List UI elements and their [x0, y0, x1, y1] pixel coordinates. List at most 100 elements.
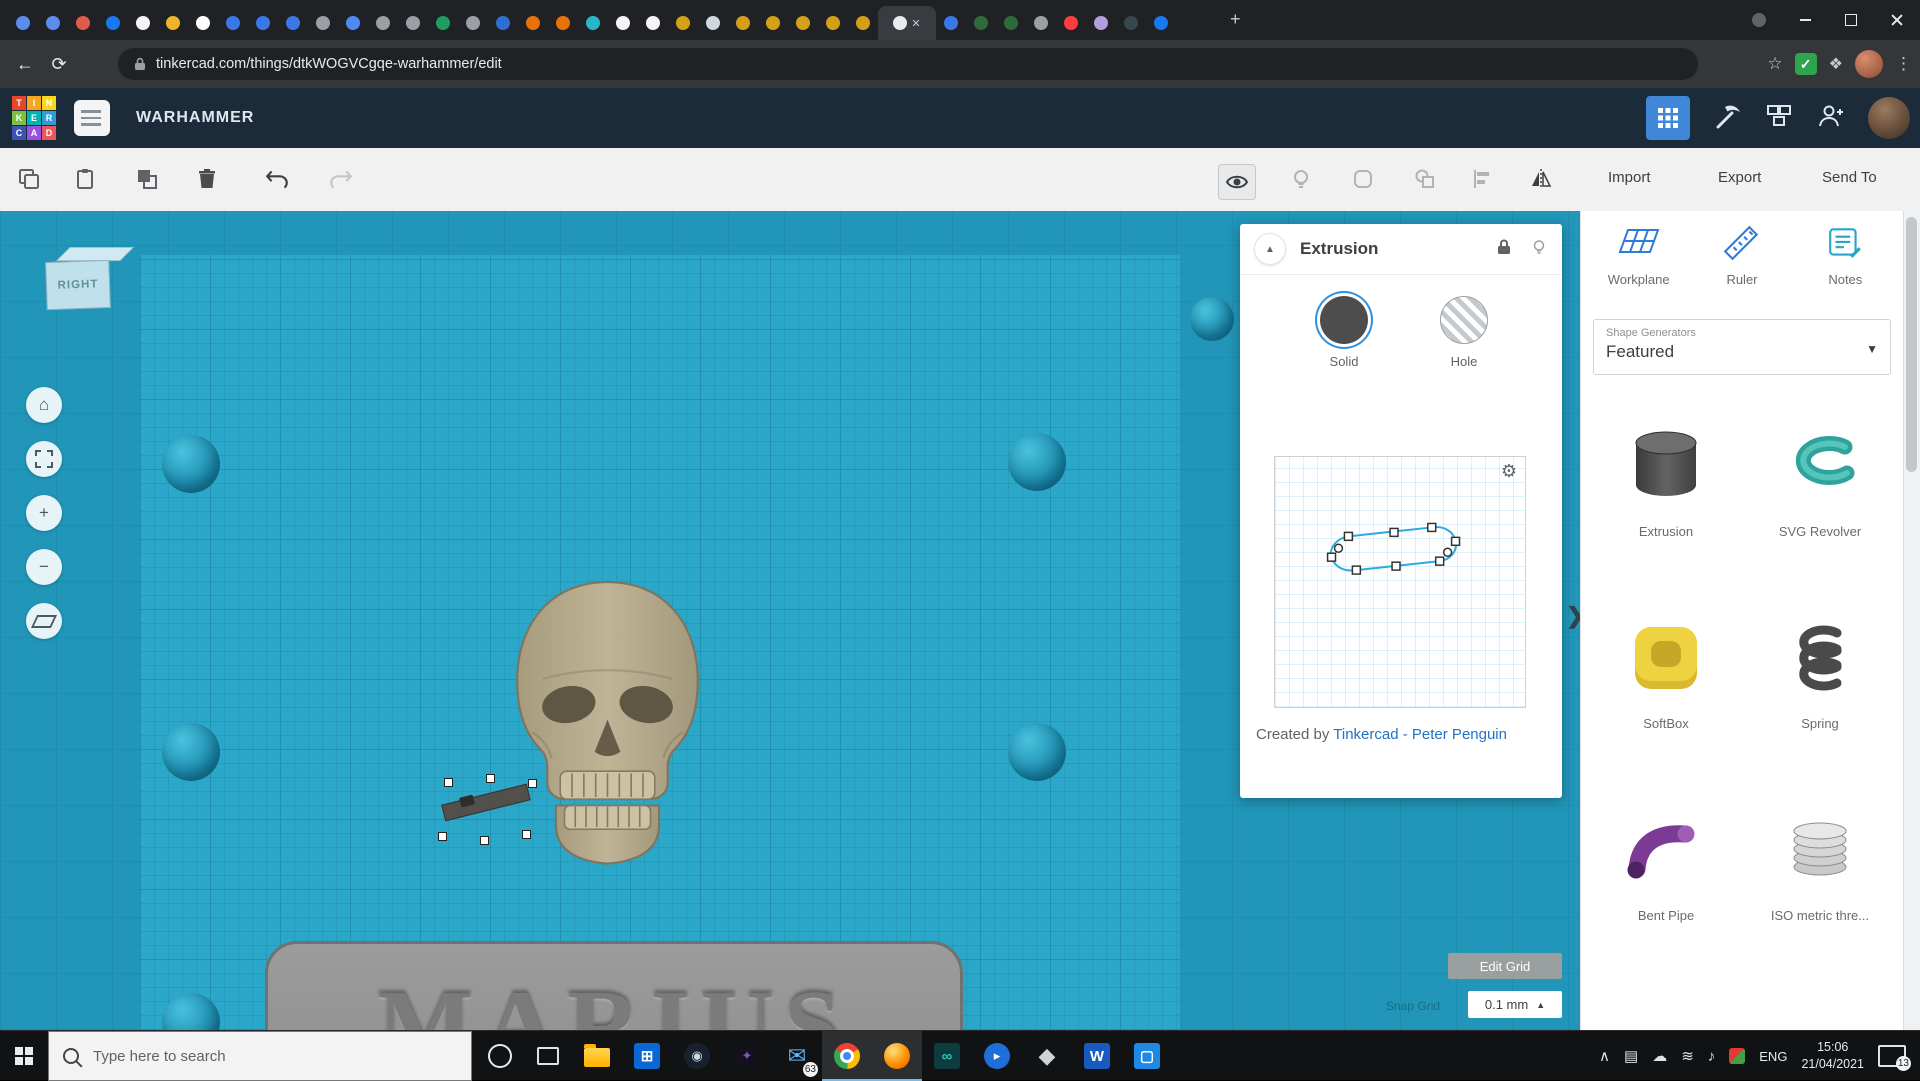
url-text[interactable]: tinkercad.com/things/dtkWOGVCgqe-warhamm… — [156, 56, 502, 72]
tray-expand-icon[interactable]: ∧ — [1599, 1047, 1610, 1065]
action-center-button[interactable]: 13 — [1878, 1045, 1906, 1067]
mirror-button[interactable] — [1526, 164, 1556, 194]
browser-tab[interactable] — [788, 6, 818, 40]
extrusion-profile-editor[interactable]: ⚙ — [1274, 456, 1526, 708]
ruler-tool[interactable]: Ruler — [1692, 225, 1792, 287]
browser-tab[interactable] — [278, 6, 308, 40]
design-title[interactable]: WARHAMMER — [136, 109, 254, 127]
obs-icon[interactable]: ◆ — [1022, 1031, 1072, 1081]
material-light-button[interactable] — [1286, 164, 1316, 194]
maximize-button[interactable] — [1828, 0, 1874, 40]
browser-tab[interactable] — [608, 6, 638, 40]
tray-network-icon[interactable]: ≋ — [1681, 1047, 1694, 1065]
browser-tab[interactable] — [1086, 6, 1116, 40]
task-view-button[interactable] — [524, 1031, 572, 1081]
group-button[interactable] — [1348, 164, 1378, 194]
browser-tab[interactable] — [428, 6, 458, 40]
dashboard-grid-button[interactable] — [1646, 96, 1690, 140]
solid-swatch-icon[interactable] — [1320, 296, 1368, 344]
browser-tab[interactable] — [488, 6, 518, 40]
shape-extrusion[interactable]: Extrusion — [1589, 407, 1743, 599]
hole-swatch-icon[interactable] — [1440, 296, 1488, 344]
browser-profile-avatar[interactable] — [1855, 50, 1883, 78]
bricks-icon[interactable] — [1764, 101, 1794, 136]
extrusion-bar[interactable] — [441, 784, 530, 822]
browser-tab[interactable] — [8, 6, 38, 40]
show-all-button[interactable] — [1218, 164, 1256, 200]
lock-icon[interactable] — [134, 57, 146, 71]
workplane-tool[interactable]: Workplane — [1589, 225, 1689, 287]
browser-menu-icon[interactable]: ⋮ — [1895, 54, 1912, 74]
browser-tab[interactable] — [936, 6, 966, 40]
sidebar-scrollbar[interactable] — [1903, 211, 1920, 1030]
edit-grid-button[interactable]: Edit Grid — [1448, 953, 1562, 979]
browser-tab[interactable] — [308, 6, 338, 40]
send-to-button[interactable]: Send To — [1822, 169, 1877, 186]
undo-button[interactable] — [262, 164, 292, 194]
new-tab-button[interactable]: + — [1230, 10, 1241, 28]
shape-svg-revolver[interactable]: SVG Revolver — [1743, 407, 1897, 599]
view-cube-top-face[interactable] — [56, 247, 134, 261]
tray-onedrive-icon[interactable]: ☁ — [1652, 1047, 1667, 1065]
language-indicator[interactable]: ENG — [1759, 1049, 1787, 1064]
pinned-extension-icon[interactable] — [1736, 0, 1782, 40]
sphere-object[interactable] — [1008, 723, 1066, 781]
align-button[interactable] — [1468, 164, 1498, 194]
browser-tab[interactable] — [368, 6, 398, 40]
scale-handle[interactable] — [486, 774, 495, 783]
ungroup-button[interactable] — [1410, 164, 1440, 194]
search-input[interactable] — [91, 1047, 425, 1066]
shape-iso-metric-thread[interactable]: ISO metric thre... — [1743, 791, 1897, 983]
sphere-object[interactable] — [1190, 297, 1234, 341]
extensions-puzzle-icon[interactable]: ❖ — [1829, 54, 1843, 74]
browser-tab[interactable] — [1026, 6, 1056, 40]
fit-view-button[interactable] — [26, 441, 62, 477]
paste-button[interactable] — [70, 164, 100, 194]
hole-option[interactable]: Hole — [1432, 296, 1496, 369]
word-icon[interactable]: W — [1072, 1031, 1122, 1081]
shape-bent-pipe[interactable]: Bent Pipe — [1589, 791, 1743, 983]
browser-tab[interactable] — [68, 6, 98, 40]
scrollbar-thumb[interactable] — [1906, 217, 1917, 472]
browser-tab[interactable] — [728, 6, 758, 40]
firefox-icon[interactable] — [872, 1031, 922, 1081]
duplicate-button[interactable] — [132, 164, 162, 194]
browser-tab[interactable] — [218, 6, 248, 40]
browser-tab[interactable] — [758, 6, 788, 40]
taskbar-search[interactable] — [48, 1031, 472, 1081]
sphere-object[interactable] — [162, 723, 220, 781]
chrome-icon[interactable] — [822, 1031, 872, 1081]
shape-softbox[interactable]: SoftBox — [1589, 599, 1743, 791]
sphere-object[interactable] — [1008, 433, 1066, 491]
switch-workplane-button[interactable] — [26, 603, 62, 639]
cortana-button[interactable] — [476, 1031, 524, 1081]
browser-tab[interactable] — [398, 6, 428, 40]
browser-tab[interactable] — [158, 6, 188, 40]
zoom-out-button[interactable]: − — [26, 549, 62, 585]
browser-tab[interactable] — [188, 6, 218, 40]
photos-icon[interactable]: ▢ — [1122, 1031, 1172, 1081]
bookmark-star-icon[interactable]: ☆ — [1767, 54, 1782, 74]
minecraft-pickaxe-icon[interactable] — [1712, 101, 1742, 136]
browser-tab[interactable] — [1146, 6, 1176, 40]
browser-tab[interactable] — [698, 6, 728, 40]
collapse-panel-button[interactable]: ▲ — [1254, 233, 1286, 265]
name-plaque-object[interactable]: MARIUS — [265, 941, 963, 1030]
solid-option[interactable]: Solid — [1312, 296, 1376, 369]
creator-link[interactable]: Tinkercad - Peter Penguin — [1333, 726, 1507, 743]
scale-handle[interactable] — [444, 778, 453, 787]
sphere-object[interactable] — [162, 435, 220, 493]
hide-shape-bulb-icon[interactable] — [1530, 237, 1548, 262]
scale-handle[interactable] — [480, 836, 489, 845]
omnibox[interactable]: tinkercad.com/things/dtkWOGVCgqe-warhamm… — [118, 48, 1698, 80]
refresh-button[interactable]: ⟳ — [42, 54, 76, 75]
back-button[interactable]: ← — [8, 54, 42, 75]
browser-tab[interactable] — [638, 6, 668, 40]
scale-handle[interactable] — [528, 779, 537, 788]
browser-tab[interactable] — [458, 6, 488, 40]
browser-tab[interactable] — [996, 6, 1026, 40]
browser-tab[interactable] — [548, 6, 578, 40]
browser-tab[interactable] — [38, 6, 68, 40]
scale-handle[interactable] — [438, 832, 447, 841]
steam-icon[interactable]: ◉ — [672, 1031, 722, 1081]
